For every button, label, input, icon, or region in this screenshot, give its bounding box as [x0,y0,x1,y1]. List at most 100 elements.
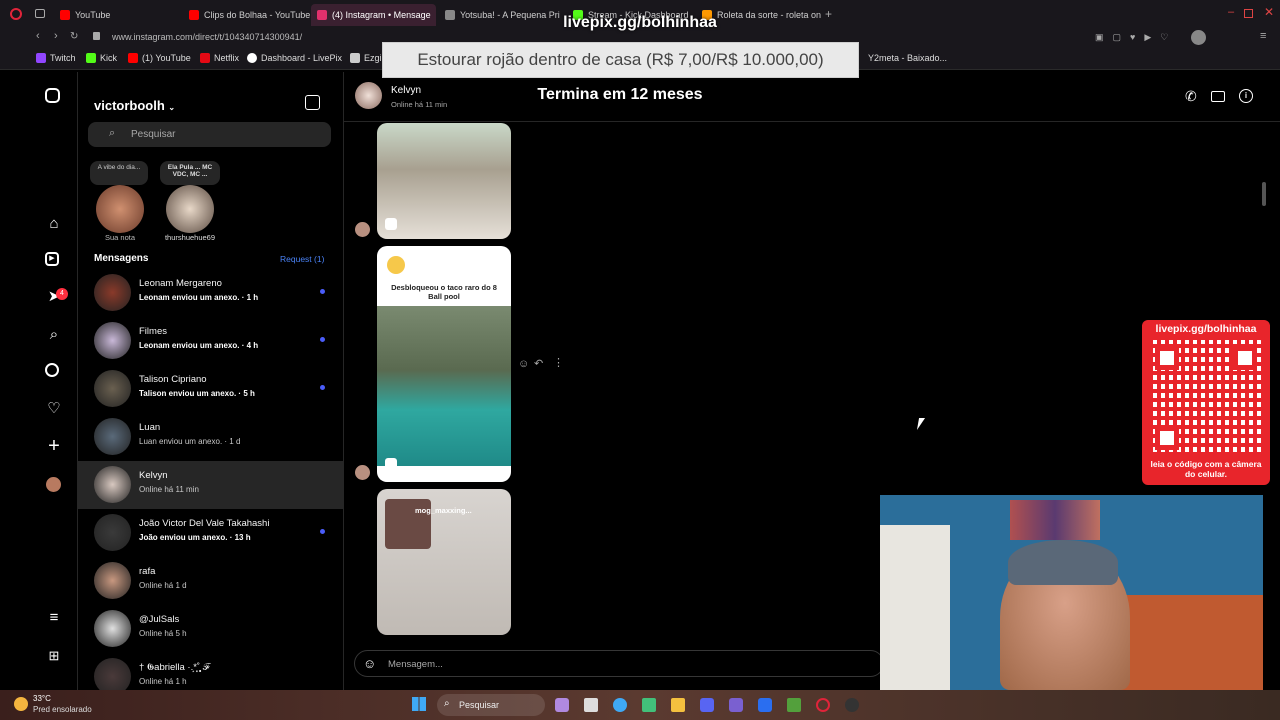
avatar [94,658,131,690]
profile-avatar[interactable] [46,477,61,492]
avatar [94,370,131,407]
weather-desc[interactable]: Pred ensolarado [33,705,92,714]
instagram-nav-rail: ⌂ ▶ ➤ 4 ⌕ ♡ + ≡ ⊞ [30,72,78,690]
media-video[interactable] [377,123,511,239]
bookmark-label: Y2meta - Baixado... [868,53,948,63]
taskbar-app-icons[interactable] [555,698,875,712]
conversation-preview: Leonam enviou um anexo. · 1 h [139,293,259,302]
app-icon[interactable] [671,698,685,712]
netflix-icon [200,53,210,63]
conversation-name: Talison Cipriano [139,374,207,385]
bookmark-label: Netflix [214,53,240,63]
search-icon[interactable]: ⌕ [45,326,63,344]
bookmark-y2meta[interactable]: Y2meta - Baixado... [868,53,947,63]
conversation-row[interactable]: † 𝕲abriella ·.͙*̩̩͙˚̩̥̩̥ ℱ Online há 1 h [78,653,343,690]
avatar [94,274,131,311]
bookmark-label: Ezgi [364,53,382,63]
reply-icon[interactable]: ↶ [534,357,543,370]
unread-dot [320,337,325,342]
donation-goal-banner: Estourar rojão dentro de casa (R$ 7,00/R… [382,42,859,78]
home-icon[interactable]: ⌂ [45,215,63,233]
app-icon[interactable] [584,698,598,712]
conversation-name: João Victor Del Vale Takahashi [139,518,270,529]
media-video[interactable]: Desbloqueou o taco raro do 8 Ball pool [377,246,511,482]
media-video[interactable]: mog_maxxing... [377,489,511,635]
conversation-row[interactable]: João Victor Del Vale Takahashi João envio… [78,509,343,557]
conversation-row[interactable]: Filmes Leonam enviou um anexo. · 4 h [78,317,343,365]
app-icon[interactable] [613,698,627,712]
bookmark-youtube[interactable]: (1) YouTube [128,53,191,63]
avatar[interactable] [166,185,214,233]
sender-avatar[interactable] [355,465,370,480]
app-icon[interactable] [845,698,859,712]
qr-code-icon [1149,340,1263,456]
sender-avatar[interactable] [355,222,370,237]
app-icon[interactable] [758,698,772,712]
note-bubble[interactable]: A vibe do dia... [90,161,148,185]
app-icon[interactable] [555,698,569,712]
conversation-row[interactable]: Kelvyn Online há 11 min [78,461,343,509]
search-input[interactable]: ⌕ Pesquisar [88,122,331,147]
conversation-row[interactable]: Talison Cipriano Talison enviou um anexo.… [78,365,343,413]
avatar [94,610,131,647]
bookmark-livepix[interactable]: Dashboard - LivePix [247,53,342,63]
conversation-row[interactable]: rafa Online há 1 d [78,557,343,605]
windows-start-icon[interactable] [412,697,426,711]
stream-url-overlay: livepix.gg/bolhinhaa [563,14,717,31]
bookmark-kick[interactable]: Kick [86,53,117,63]
profile-avatar[interactable] [1191,30,1206,45]
search-icon: ⌕ [109,127,116,139]
conversation-name: Filmes [139,326,167,337]
conversation-preview: Online há 1 h [139,677,187,686]
conversation-row[interactable]: @JulSals Online há 5 h [78,605,343,653]
conversation-name: rafa [139,566,156,577]
note-bubble[interactable]: Ela Pula ... MC VDC, MC ... [160,161,220,185]
heart-icon[interactable]: ♡ [45,400,63,418]
conversation-row[interactable]: Leonam Mergareno Leonam enviou um anexo. … [78,269,343,317]
unread-dot [320,385,325,390]
threads-icon[interactable]: ⊞ [45,647,63,665]
bookmark-twitch[interactable]: Twitch [36,53,76,63]
app-icon[interactable] [729,698,743,712]
app-icon[interactable] [700,698,714,712]
url-field[interactable]: www.instagram.com/direct/t/1043407143009… [112,32,302,42]
reload-icon[interactable]: ↻ [70,31,78,42]
conversation-name: Luan [139,422,161,433]
lock-icon [93,32,100,40]
app-icon[interactable] [816,698,830,712]
weather-temp[interactable]: 33°C [33,694,51,703]
avatar [94,418,131,455]
message-composer[interactable]: ☺ Mensagem... [354,650,884,677]
app-icon[interactable] [642,698,656,712]
video-frame [377,306,511,466]
create-icon[interactable]: + [45,436,63,456]
avatar [94,466,131,503]
unread-dot [320,289,325,294]
menu-icon[interactable]: ≡ [45,609,63,627]
extensions-icons[interactable]: ▣▢♥▶♡ [1095,32,1177,43]
weather-icon[interactable] [14,697,28,711]
search-icon: ⌕ [444,698,450,709]
video-reel-icon [385,218,397,230]
emoji-icon[interactable]: ☺ [363,656,376,671]
react-icon[interactable]: ☺ [518,358,529,370]
avatar [94,514,131,551]
conversation-row[interactable]: Luan Luan enviou um anexo. · 1 d [78,413,343,461]
unread-dot [320,529,325,534]
explore-icon[interactable] [45,363,59,377]
inbox-panel: victorboolh ⌄ ⌕ Pesquisar A vibe do dia.… [78,72,344,690]
bookmark-ezgi[interactable]: Ezgi [350,53,382,63]
conversation-preview: Leonam enviou um anexo. · 4 h [139,341,259,350]
taskbar-search[interactable]: ⌕ Pesquisar [437,694,545,716]
info-icon[interactable]: i [1239,89,1253,103]
bookmark-netflix[interactable]: Netflix [200,53,239,63]
scrollbar[interactable] [1262,182,1266,206]
reels-icon[interactable]: ▶ [45,252,59,266]
app-icon[interactable] [787,698,801,712]
media-caption: Desbloqueou o taco raro do 8 Ball pool [391,283,497,301]
requests-link[interactable]: Request (1) [280,254,324,264]
more-options-icon[interactable]: ⋮ [553,356,564,369]
kick-icon [86,53,96,63]
chevron-down-icon: ⌄ [168,103,176,112]
avatar[interactable] [96,185,144,233]
